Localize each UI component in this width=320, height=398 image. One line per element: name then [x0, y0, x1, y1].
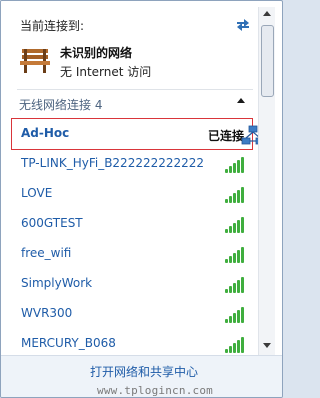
signal-bar — [241, 337, 244, 353]
chevron-up-icon[interactable] — [237, 98, 245, 103]
current-network-status: 无 Internet 访问 — [60, 65, 152, 79]
signal-bar — [225, 199, 228, 203]
signal-bar — [241, 187, 244, 203]
signal-bar — [237, 310, 240, 323]
scroll-thumb[interactable] — [261, 25, 274, 97]
network-row[interactable]: free_wifi — [11, 241, 253, 269]
signal-bar — [237, 340, 240, 353]
watermark-text: www.tplogincn.com — [97, 384, 213, 397]
signal-bar — [237, 280, 240, 293]
footer: 打开网络和共享中心 www.tplogincn.com — [1, 355, 282, 397]
network-name: LOVE — [21, 186, 53, 200]
signal-strength-icon — [225, 307, 246, 323]
signal-bar — [241, 157, 244, 173]
network-name: WVR300 — [21, 306, 73, 320]
refresh-icon[interactable] — [234, 15, 252, 33]
network-row[interactable]: 600GTEST — [11, 211, 253, 239]
network-name: SimplyWork — [21, 276, 93, 290]
adapter-group-label[interactable]: 无线网络连接 4 — [19, 96, 102, 113]
signal-bar — [229, 226, 232, 233]
signal-strength-icon — [225, 217, 246, 233]
scroll-up-icon[interactable] — [263, 11, 271, 16]
bench-icon — [20, 49, 50, 73]
network-name: MERCURY_B068 — [21, 336, 116, 350]
signal-bar — [237, 160, 240, 173]
signal-bar — [237, 190, 240, 203]
connected-network-row[interactable]: Ad-Hoc 已连接 — [11, 118, 253, 150]
signal-bar — [241, 247, 244, 263]
signal-bar — [225, 349, 228, 353]
network-row[interactable]: LOVE — [11, 181, 253, 209]
signal-strength-icon — [225, 247, 246, 263]
network-name: 600GTEST — [21, 216, 83, 230]
signal-bar — [233, 163, 236, 173]
network-name: free_wifi — [21, 246, 72, 260]
signal-bar — [229, 166, 232, 173]
scroll-down-icon[interactable] — [263, 343, 271, 348]
signal-strength-icon — [225, 277, 246, 293]
network-row[interactable]: SimplyWork — [11, 271, 253, 299]
current-connection-title: 当前连接到: — [20, 19, 85, 33]
network-row[interactable]: TP-LINK_HyFi_B222222222222 — [11, 151, 253, 179]
scrollbar[interactable] — [258, 7, 275, 355]
signal-bar — [233, 223, 236, 233]
signal-bar — [233, 253, 236, 263]
signal-bar — [225, 169, 228, 173]
signal-bar — [229, 196, 232, 203]
signal-bar — [241, 277, 244, 293]
signal-bar — [225, 229, 228, 233]
connected-network-name: Ad-Hoc — [21, 126, 70, 140]
signal-bar — [241, 217, 244, 233]
signal-bar — [233, 283, 236, 293]
open-network-center-link[interactable]: 打开网络和共享中心 — [90, 363, 198, 380]
signal-bar — [233, 313, 236, 323]
signal-bar — [237, 250, 240, 263]
signal-bar — [233, 193, 236, 203]
network-row[interactable]: WVR300 — [11, 301, 253, 329]
signal-strength-icon — [225, 157, 246, 173]
network-flyout: 当前连接到: 未识别的网络 无 Internet 访问 无线网络连接 4 Ad-… — [0, 0, 283, 398]
signal-bar — [225, 289, 228, 293]
connected-status-label: 已连接 — [208, 129, 245, 143]
signal-bar — [225, 319, 228, 323]
section-divider — [17, 89, 253, 90]
signal-bar — [229, 316, 232, 323]
signal-bar — [233, 343, 236, 353]
current-network-name: 未识别的网络 — [60, 46, 133, 60]
signal-bar — [229, 346, 232, 353]
current-connection-section: 当前连接到: 未识别的网络 无 Internet 访问 — [1, 1, 258, 87]
signal-bar — [225, 259, 228, 263]
signal-bar — [229, 286, 232, 293]
signal-bar — [229, 256, 232, 263]
signal-strength-icon — [225, 187, 246, 203]
signal-bar — [237, 220, 240, 233]
signal-bar — [241, 307, 244, 323]
signal-strength-icon — [225, 337, 246, 353]
network-name: TP-LINK_HyFi_B222222222222 — [21, 156, 205, 170]
